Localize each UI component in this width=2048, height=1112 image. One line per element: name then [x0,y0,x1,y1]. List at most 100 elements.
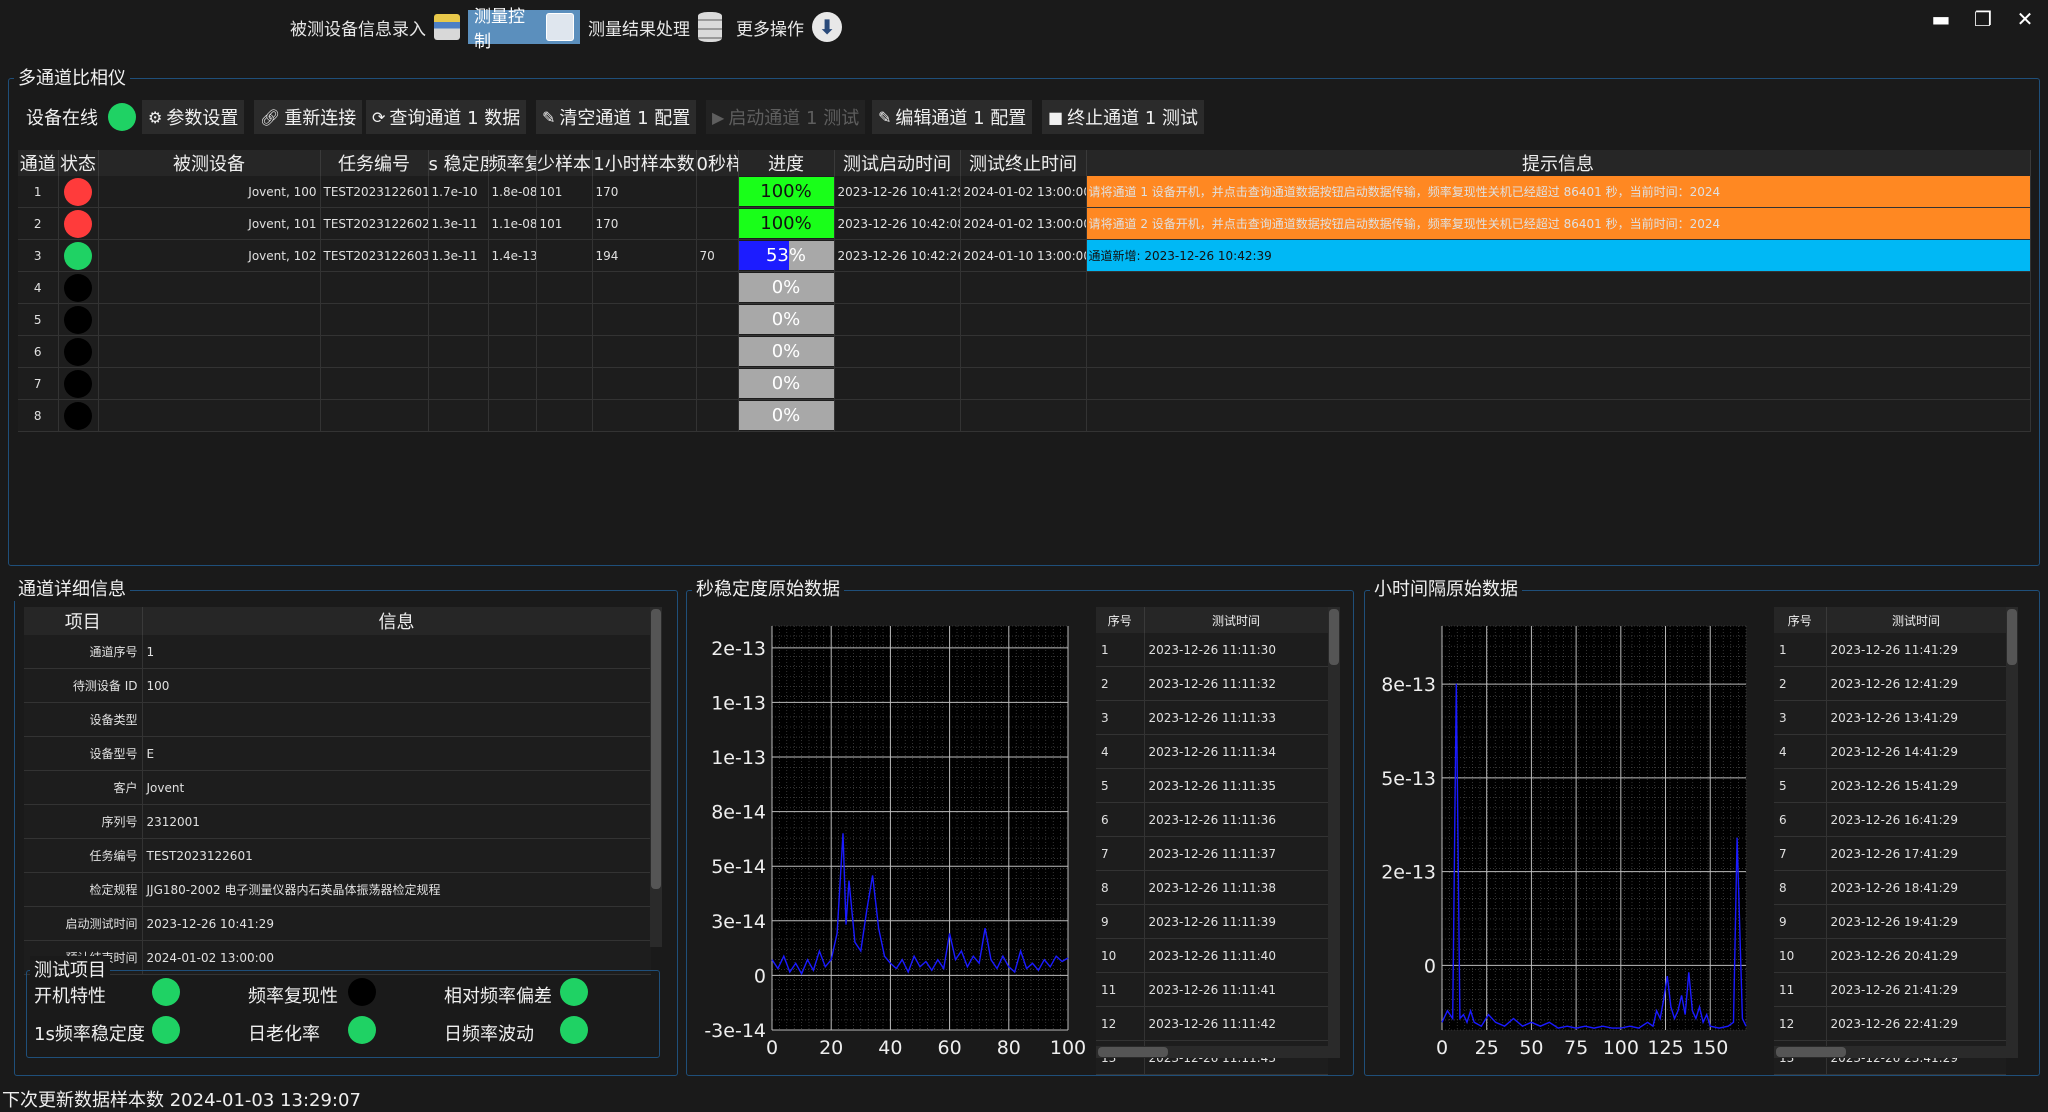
list-item[interactable]: 10 2023-12-26 11:11:40 [1096,938,1328,973]
cell-zero [696,367,739,400]
sec-list-vscroll[interactable] [1328,607,1340,1047]
list-item[interactable]: 5 2023-12-26 15:41:29 [1774,768,2006,803]
list-item[interactable]: 7 2023-12-26 17:41:29 [1774,836,2006,871]
x-tick-label: 20 [819,1037,843,1056]
list-item[interactable]: 1 2023-12-26 11:41:29 [1774,633,2006,667]
cell-task [320,399,429,432]
detail-scrollbar[interactable] [650,607,662,947]
cell-progress: 53% [738,239,835,272]
list-item[interactable]: 5 2023-12-26 11:11:35 [1096,768,1328,803]
menu-device-entry[interactable]: 被测设备信息录入 [284,10,466,44]
list-item[interactable]: 9 2023-12-26 11:11:39 [1096,904,1328,939]
menu-measure-control[interactable]: 测量控制 [468,7,580,52]
detail-value: TEST2023122601 [142,838,651,873]
clear-channel-button[interactable]: ✎ 清空通道 1 配置 [536,100,697,134]
close-icon[interactable]: ✕ [2012,6,2038,32]
test-item-status-dot [152,1016,180,1044]
query-channel-button[interactable]: ⟳ 查询通道 1 数据 [366,100,527,134]
sec-list-hscroll[interactable] [1096,1046,1340,1058]
edit-channel-button[interactable]: ✎ 编辑通道 1 配置 [872,100,1033,134]
test-item-label: 日老化率 [248,1024,320,1045]
download-arrow-icon: ⬇ [812,12,842,42]
menu-more[interactable]: 更多操作 ⬇ [730,10,848,44]
list-time: 2023-12-26 22:41:29 [1826,1006,2006,1041]
reconnect-button[interactable]: 🔗︎ 重新连接 [254,100,363,134]
list-time: 2023-12-26 20:41:29 [1826,938,2006,973]
status-dot [64,401,92,430]
list-item[interactable]: 11 2023-12-26 11:11:41 [1096,972,1328,1007]
channel-row[interactable]: 5 0% [18,303,2031,336]
database-icon [698,12,722,42]
list-index: 2 [1096,666,1145,701]
y-tick-label: 0 [1424,955,1436,977]
menu-result-process[interactable]: 测量结果处理 [582,10,728,44]
detail-group-title: 通道详细信息 [14,575,130,601]
detail-key: 检定规程 [24,872,143,907]
list-header-index: 序号 [1774,607,1827,633]
hour-interval-chart: 025507510012515002e-135e-138e-131e-12 [1381,625,1747,1056]
channel-row[interactable]: 7 0% [18,367,2031,400]
list-index: 7 [1774,836,1827,871]
hour-list-vscroll[interactable] [2006,607,2018,1047]
channel-row[interactable]: 8 0% [18,399,2031,432]
progress-bar: 0% [738,401,833,430]
button-label: 重新连接 [284,108,357,129]
channel-row[interactable]: 3 Jovent, 102 TEST2023122603 1.3e-11 1.4e-13… [18,239,2031,272]
device-online-label: 设备在线 [26,108,98,129]
list-item[interactable]: 11 2023-12-26 21:41:29 [1774,972,2006,1007]
progress-text: 0% [771,405,801,426]
list-item[interactable]: 2 2023-12-26 12:41:29 [1774,666,2006,701]
list-item[interactable]: 12 2023-12-26 11:11:42 [1096,1006,1328,1041]
list-item[interactable]: 4 2023-12-26 11:11:34 [1096,734,1328,769]
list-item[interactable]: 3 2023-12-26 11:11:33 [1096,700,1328,735]
minimize-icon[interactable]: ▬ [1928,6,1954,32]
list-item[interactable]: 8 2023-12-26 18:41:29 [1774,870,2006,905]
cell-few: 101 [536,207,593,240]
list-item[interactable]: 6 2023-12-26 11:11:36 [1096,802,1328,837]
detail-header-item: 项目 [24,607,143,635]
cell-stab [428,271,489,304]
list-item[interactable]: 10 2023-12-26 20:41:29 [1774,938,2006,973]
start-channel-button[interactable]: ▶ 启动通道 1 测试 [706,100,866,134]
list-index: 9 [1774,904,1827,939]
list-time: 2023-12-26 15:41:29 [1826,768,2006,803]
cell-status [58,271,99,304]
cell-task: TEST2023122603 [320,239,429,272]
progress-bar: 100% [738,209,833,238]
detail-value: Jovent [142,770,651,805]
cell-start: 2023-12-26 10:42:26 [834,239,961,272]
channel-row[interactable]: 4 0% [18,271,2031,304]
y-tick-label: 5e-14 [711,856,766,878]
sec-stability-chart: 0 20 40 60 80 100-3e-1403e-145e-148e-141e-131… [704,625,1086,1056]
progress-text: 0% [771,309,801,330]
channel-row[interactable]: 2 Jovent, 101 TEST2023122602 1.3e-11 1.1e-08… [18,207,2031,240]
channel-row[interactable]: 1 Jovent, 100 TEST2023122601 1.7e-10 1.8e-08… [18,176,2031,208]
cell-few [536,367,593,400]
device-online-indicator: 设备在线 [20,100,142,134]
list-item[interactable]: 6 2023-12-26 16:41:29 [1774,802,2006,837]
restore-icon[interactable]: ❐ [1970,6,1996,32]
hour-list-hscroll[interactable] [1774,1046,2018,1058]
x-tick-label: 125 [1647,1037,1683,1056]
list-item[interactable]: 8 2023-12-26 11:11:38 [1096,870,1328,905]
channel-row[interactable]: 6 0% [18,335,2031,368]
device-entry-icon [434,14,460,40]
list-item[interactable]: 1 2023-12-26 11:11:30 [1096,633,1328,667]
cell-freq [488,271,537,304]
list-item[interactable]: 12 2023-12-26 22:41:29 [1774,1006,2006,1041]
list-item[interactable]: 7 2023-12-26 11:11:37 [1096,836,1328,871]
params-button[interactable]: ⚙ 参数设置 [142,100,245,134]
progress-bar: 0% [738,337,833,366]
cell-hour: 170 [592,176,697,208]
list-item[interactable]: 2 2023-12-26 11:11:32 [1096,666,1328,701]
cell-status [58,303,99,336]
list-item[interactable]: 4 2023-12-26 14:41:29 [1774,734,2006,769]
detail-row: 检定规程 JJG180-2002 电子测量仪器内石英晶体振荡器检定规程 [24,872,651,907]
cell-device [98,303,321,336]
stop-channel-button[interactable]: ■ 终止通道 1 测试 [1042,100,1205,134]
list-item[interactable]: 3 2023-12-26 13:41:29 [1774,700,2006,735]
cell-hour: 194 [592,239,697,272]
progress-text: 53% [765,245,806,266]
cell-stab: 1.3e-11 [428,239,489,272]
list-item[interactable]: 9 2023-12-26 19:41:29 [1774,904,2006,939]
